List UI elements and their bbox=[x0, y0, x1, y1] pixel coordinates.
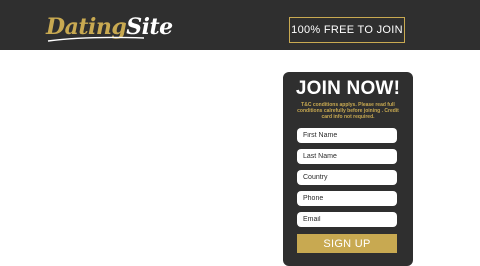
phone-input[interactable] bbox=[297, 191, 397, 206]
last-name-input[interactable] bbox=[297, 149, 397, 164]
free-to-join-button[interactable]: 100% FREE TO JOIN bbox=[289, 17, 405, 43]
logo-swoosh-icon bbox=[47, 36, 145, 42]
sign-up-button[interactable]: SIGN UP bbox=[297, 234, 397, 253]
first-name-input[interactable] bbox=[297, 128, 397, 143]
email-input[interactable] bbox=[297, 212, 397, 227]
site-logo[interactable]: Dating Site bbox=[46, 12, 173, 42]
join-now-heading: JOIN NOW! bbox=[295, 78, 401, 99]
top-header-bar: Dating Site 100% FREE TO JOIN bbox=[0, 0, 480, 50]
country-input[interactable] bbox=[297, 170, 397, 185]
join-form-panel: JOIN NOW! T&C conditions applys. Please … bbox=[283, 72, 413, 266]
terms-note: T&C conditions applys. Please read full … bbox=[297, 102, 399, 121]
